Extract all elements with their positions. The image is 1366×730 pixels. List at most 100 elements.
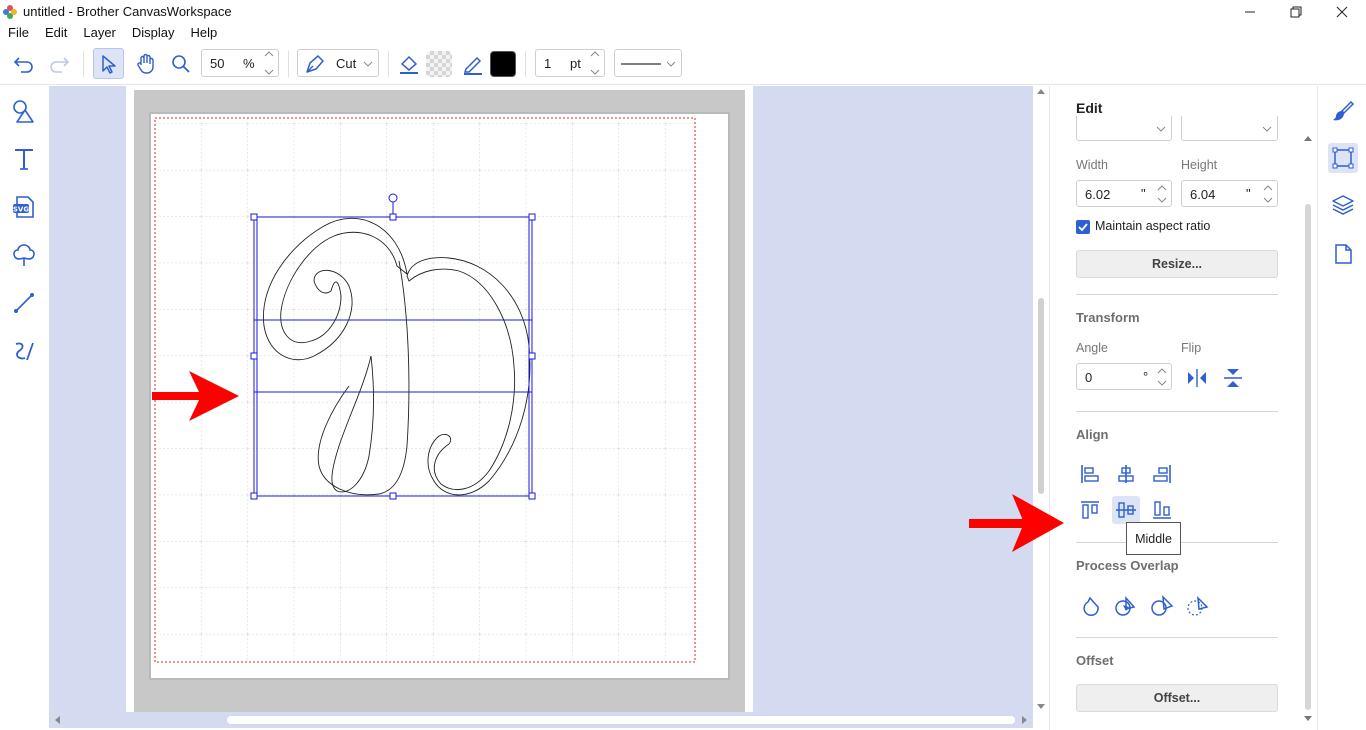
aspect-ratio-checkbox[interactable] [1076, 220, 1090, 234]
redo-icon [50, 57, 70, 73]
align-heading: Align [1076, 427, 1109, 442]
fill-color-swatch[interactable] [426, 51, 452, 77]
weld-button[interactable] [1076, 591, 1104, 619]
align-left-icon [1081, 465, 1099, 483]
tab-page[interactable] [1328, 239, 1358, 269]
line-width-unit: pt [570, 55, 581, 71]
text-icon [15, 149, 33, 170]
pattern-icon [13, 244, 35, 266]
weld-icon [1083, 596, 1099, 617]
undo-button[interactable] [12, 52, 36, 76]
menu-help[interactable]: Help [183, 23, 226, 43]
select-tool-button[interactable] [93, 48, 124, 79]
trim-button[interactable] [1184, 591, 1212, 619]
app-window: untitled - Brother CanvasWorkspace File … [0, 0, 1366, 730]
menu-layer[interactable]: Layer [75, 23, 124, 43]
fill-tool-button[interactable] [396, 50, 422, 78]
text-tool-button[interactable] [9, 144, 39, 174]
align-middle-icon [1116, 502, 1136, 518]
chevron-down-icon [1156, 126, 1166, 132]
angle-stepper[interactable] [1155, 365, 1169, 389]
chevron-down-icon [666, 61, 676, 67]
subtract-button[interactable] [1112, 591, 1140, 619]
canvas-vertical-scrollbar[interactable] [1033, 86, 1049, 712]
offset-heading: Offset [1076, 653, 1114, 668]
width-field[interactable]: 6.02 " [1076, 180, 1172, 207]
canvas-horizontal-scrollbar[interactable] [49, 712, 1033, 728]
zoom-tool-button[interactable] [166, 49, 196, 79]
position-y-field[interactable] [1181, 116, 1278, 141]
panel-scrollbar[interactable] [1300, 130, 1316, 726]
zoom-unit: % [243, 55, 255, 71]
flip-vertical-icon [1224, 369, 1242, 387]
line-draw-button[interactable] [9, 288, 39, 318]
canvas-area[interactable] [49, 86, 1033, 712]
align-left-button[interactable] [1076, 460, 1104, 488]
pan-tool-button[interactable] [131, 49, 161, 79]
align-right-icon [1153, 465, 1171, 483]
line-style-dropdown[interactable] [614, 49, 682, 77]
menu-file[interactable]: File [0, 23, 37, 43]
zoom-stepper[interactable] [262, 51, 276, 75]
flip-horizontal-icon [1188, 369, 1206, 387]
flip-vertical-button[interactable] [1219, 364, 1247, 392]
pattern-tool-button[interactable] [9, 240, 39, 270]
mode-dropdown[interactable]: Cut [297, 49, 379, 77]
resize-button[interactable]: Resize... [1076, 250, 1278, 278]
width-stepper[interactable] [1155, 182, 1169, 206]
flip-horizontal-button[interactable] [1183, 364, 1211, 392]
align-center-icon [1118, 465, 1134, 483]
checkmark-icon [1078, 223, 1088, 232]
menu-edit[interactable]: Edit [37, 23, 75, 43]
flip-label: Flip [1181, 341, 1202, 355]
tab-layers[interactable] [1328, 190, 1358, 220]
align-top-icon [1081, 501, 1099, 519]
offset-button[interactable]: Offset... [1076, 684, 1278, 712]
svg-import-icon: SVG [13, 196, 34, 218]
process-overlap-heading: Process Overlap [1076, 558, 1179, 573]
app-logo-icon [3, 5, 17, 19]
line-width-input[interactable]: 1 pt [535, 49, 605, 77]
freehand-tool-button[interactable] [9, 336, 39, 366]
redo-button[interactable] [47, 52, 71, 76]
stroke-color-swatch[interactable] [490, 51, 516, 77]
script-letter-shape[interactable] [263, 217, 531, 496]
align-center-button[interactable] [1112, 460, 1140, 488]
design-layer [152, 193, 536, 500]
minimize-icon [1245, 11, 1255, 12]
cursor-icon [101, 54, 116, 74]
angle-field[interactable]: 0 ° [1076, 363, 1172, 390]
tab-appearance[interactable] [1328, 96, 1358, 126]
title-bar: untitled - Brother CanvasWorkspace [0, 0, 1366, 23]
line-width-stepper[interactable] [588, 51, 602, 75]
magnifier-icon [172, 55, 190, 73]
height-stepper[interactable] [1261, 182, 1275, 206]
transform-heading: Transform [1076, 310, 1140, 325]
tab-edit[interactable] [1328, 143, 1358, 173]
exclude-button[interactable] [1148, 591, 1176, 619]
chevron-down-icon [1262, 126, 1272, 132]
height-field[interactable]: 6.04 " [1181, 180, 1278, 207]
align-middle-button[interactable] [1112, 496, 1140, 524]
tooltip: Middle [1126, 522, 1181, 555]
red-arrow-left [152, 371, 239, 421]
menu-display[interactable]: Display [124, 23, 183, 43]
zoom-input[interactable]: 50 % [201, 49, 279, 77]
angle-value: 0 [1085, 370, 1093, 385]
page-icon [1335, 244, 1352, 264]
hand-icon [137, 53, 154, 74]
width-value: 6.02 [1085, 187, 1111, 202]
align-right-button[interactable] [1148, 460, 1176, 488]
position-x-field[interactable] [1076, 116, 1172, 141]
restore-button[interactable] [1273, 0, 1319, 23]
align-top-button[interactable] [1076, 496, 1104, 524]
paint-bucket-icon [400, 55, 418, 74]
shapes-tool-button[interactable] [9, 96, 39, 126]
svg-import-button[interactable]: SVG [9, 192, 39, 222]
minimize-button[interactable] [1227, 0, 1273, 23]
line-tool-button[interactable] [460, 50, 486, 78]
mode-label: Cut [336, 56, 357, 71]
close-button[interactable] [1319, 0, 1365, 23]
align-bottom-button[interactable] [1148, 496, 1176, 524]
width-unit: " [1141, 186, 1146, 201]
